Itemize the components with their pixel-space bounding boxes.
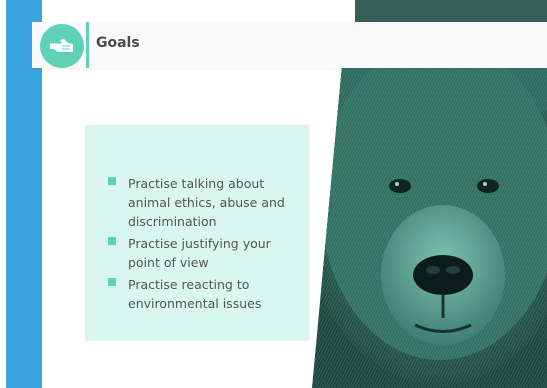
bullet-square-icon [108,278,116,286]
goal-text: Practise justifying your point of view [128,236,271,270]
list-item: Practise justifying your point of view [108,233,298,271]
goal-text: Practise talking about animal ethics, ab… [128,176,285,229]
slide: Goals Practise talking about animal ethi… [0,0,547,388]
header-icon-badge [40,24,84,68]
header-divider [86,22,89,68]
page-title: Goals [96,35,140,51]
list-item: Practise talking about animal ethics, ab… [108,173,298,230]
pointing-hand-icon [50,39,73,52]
header-bar: Goals [32,22,547,68]
goals-card: Practise talking about animal ethics, ab… [85,125,309,341]
goals-list: Practise talking about animal ethics, ab… [108,173,298,315]
list-item: Practise reacting to environmental issue… [108,274,298,312]
bullet-square-icon [108,237,116,245]
bullet-square-icon [108,177,116,185]
goal-text: Practise reacting to environmental issue… [128,277,262,311]
